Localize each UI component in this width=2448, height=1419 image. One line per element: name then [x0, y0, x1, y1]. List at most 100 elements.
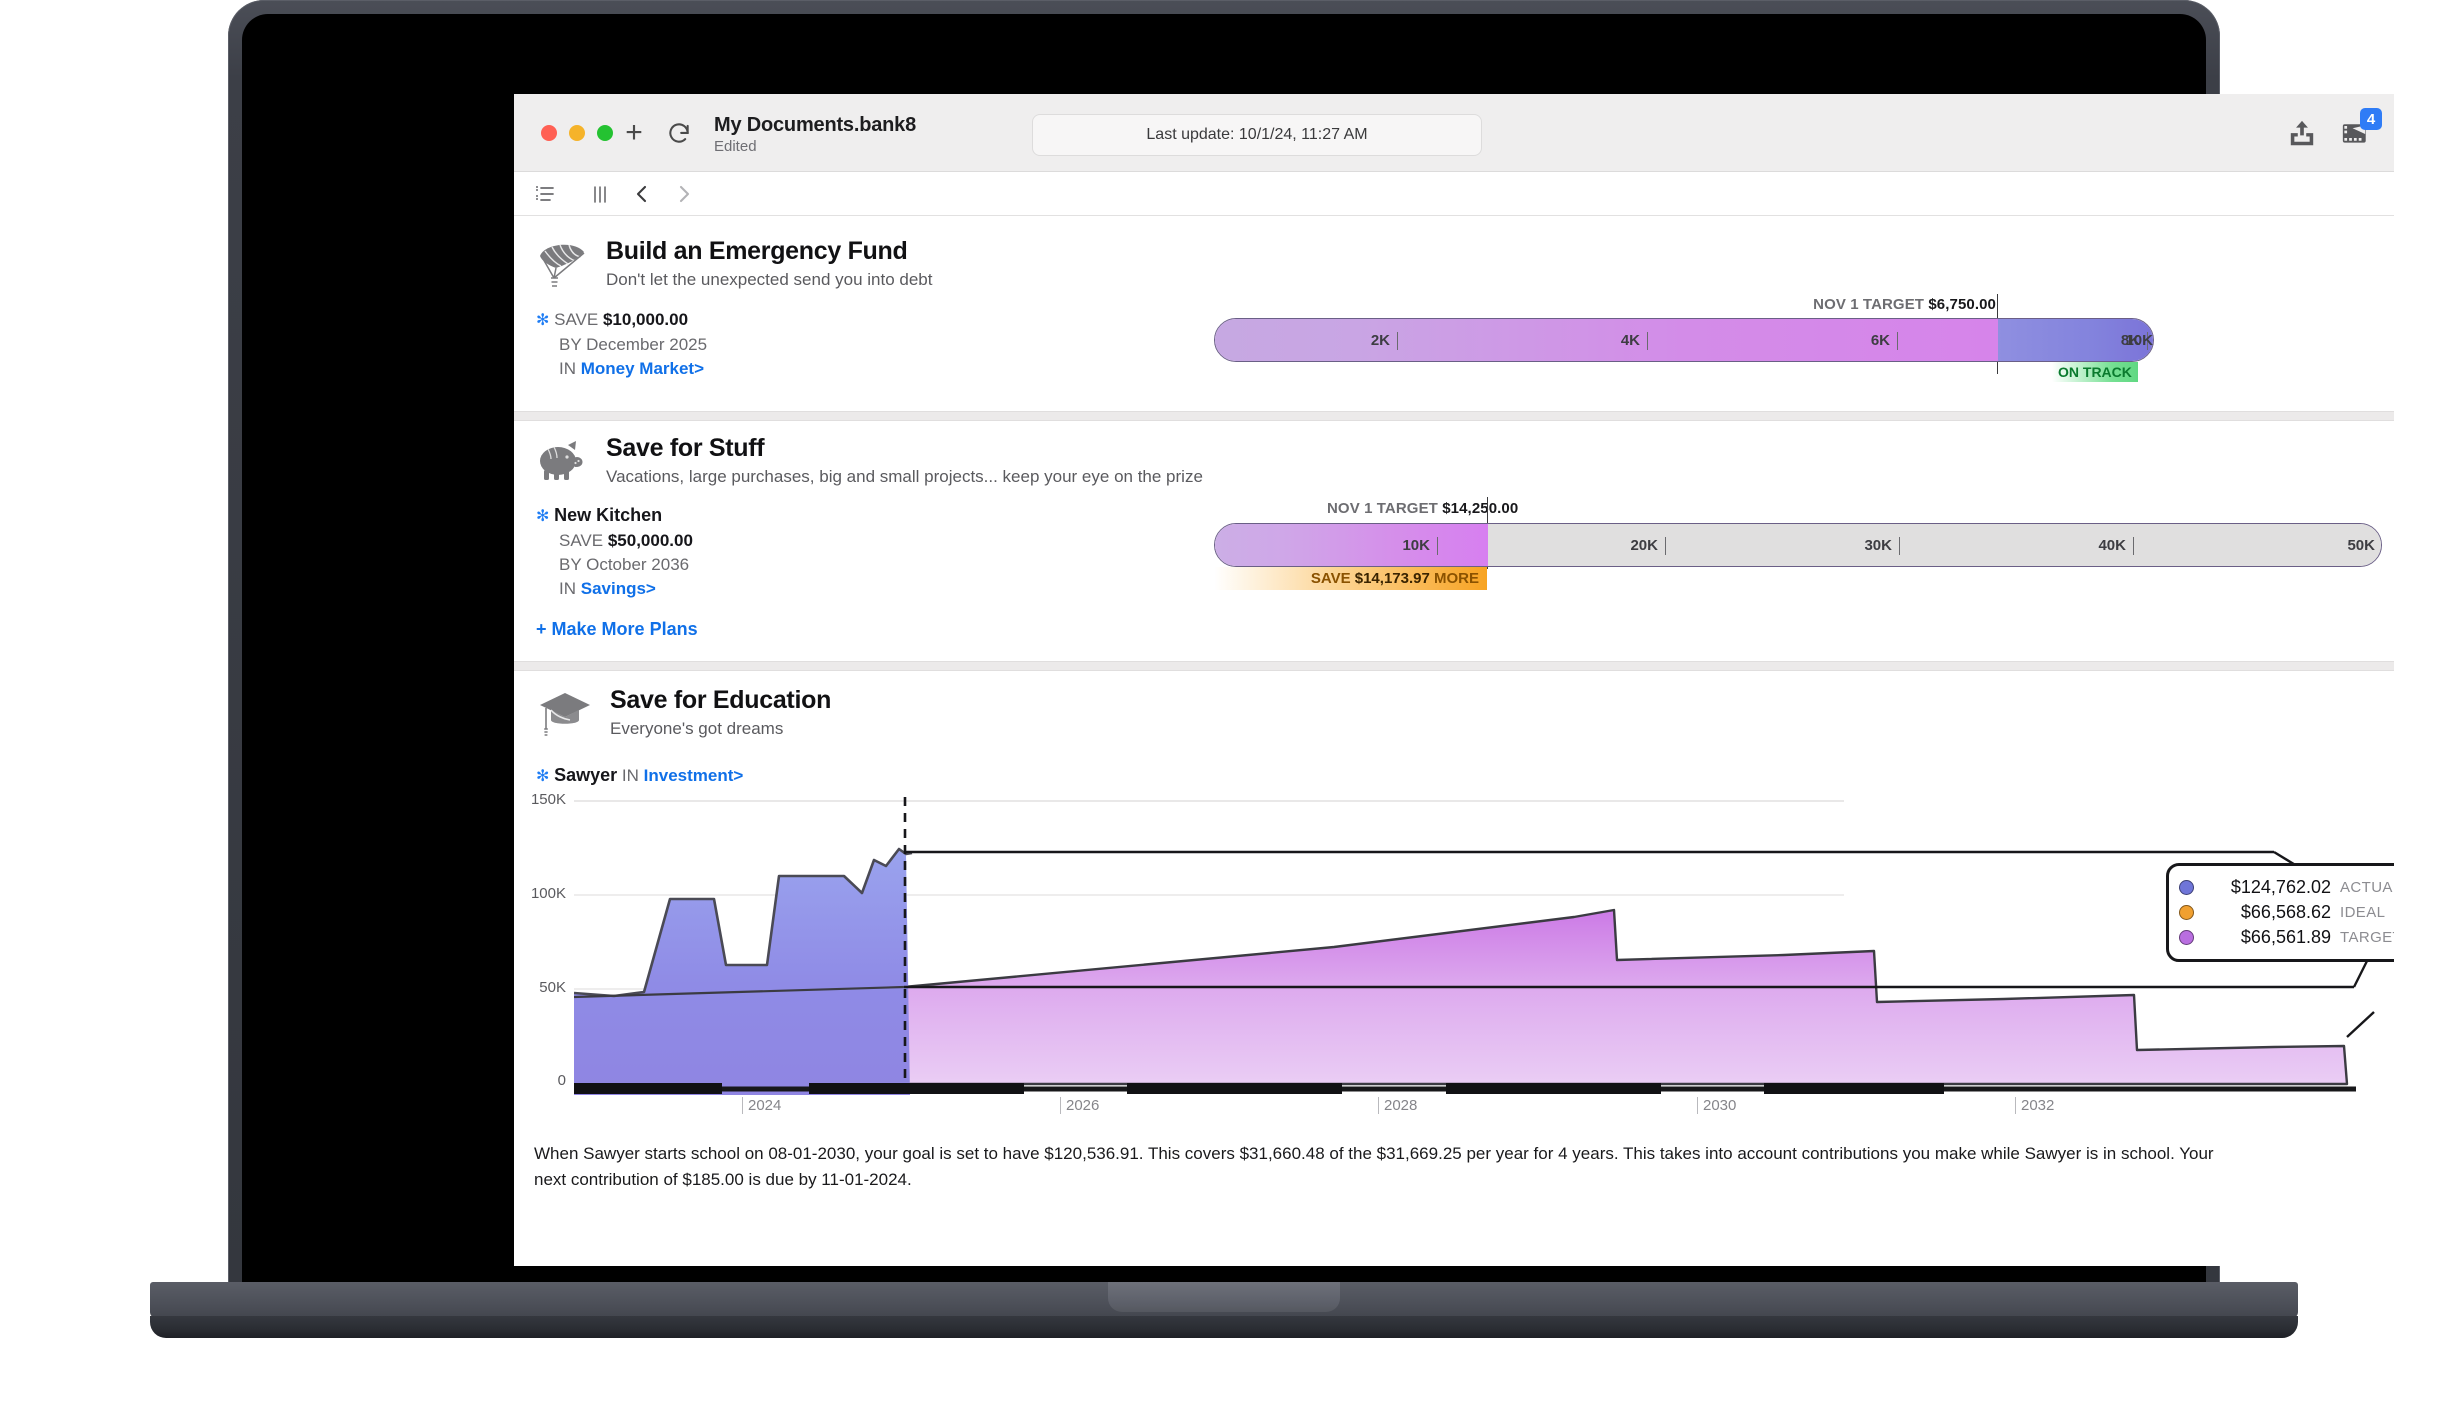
x-axis-ticks	[574, 1083, 2364, 1095]
y-axis-label: 150K	[530, 791, 566, 808]
goal-title: Build an Emergency Fund	[606, 237, 908, 265]
status-suffix: MORE	[1434, 570, 1479, 587]
progress-fill	[1215, 524, 1488, 566]
goal-header: Save for Stuff Vacations, large purchase…	[534, 434, 1203, 487]
goal-section-emergency-fund: Build an Emergency Fund Don't let the un…	[514, 216, 2394, 411]
in-label: IN	[559, 358, 576, 378]
graduation-cap-icon	[538, 687, 594, 739]
x-axis-label: 2024	[742, 1097, 781, 1114]
y-axis-label: 50K	[539, 979, 566, 996]
tick-mark	[1665, 537, 1666, 555]
secondary-toolbar	[514, 172, 2394, 216]
tick-mark	[1397, 332, 1398, 350]
legend-key: TARGET	[2340, 929, 2394, 946]
make-more-plans-label: Make More Plans	[551, 619, 698, 639]
goal-meta: ✻ Sawyer IN Investment>	[536, 763, 743, 789]
document-status: Edited	[714, 138, 757, 155]
legend-value: $66,568.62	[2240, 902, 2331, 922]
goal-section-save-for-stuff: Save for Stuff Vacations, large purchase…	[514, 421, 2394, 661]
account-link[interactable]: Money Market>	[581, 359, 704, 378]
save-label: SAVE	[554, 310, 599, 329]
in-label: IN	[621, 766, 639, 785]
chevron-left-icon[interactable]	[632, 183, 652, 205]
meta-in-row: IN Savings>	[536, 577, 693, 601]
target-label-text: NOV 1 TARGET	[1327, 500, 1438, 517]
target-label: NOV 1 TARGET $6,750.00	[1813, 296, 1996, 313]
save-amount: $50,000.00	[607, 530, 693, 550]
window-titlebar: + My Documents.bank8 Edited Last update:…	[514, 94, 2394, 172]
tick-mark	[2133, 537, 2134, 555]
goal-subtitle: Everyone's got dreams	[610, 718, 784, 738]
tick-label: 2K	[1370, 332, 1390, 349]
tick-label: 50K	[2347, 537, 2375, 554]
save-label: SAVE	[559, 530, 604, 550]
legend-dot-ideal	[2179, 905, 2194, 920]
piggy-bank-icon	[534, 435, 590, 487]
tick-mark	[1647, 332, 1648, 350]
meta-save-row: ✻ SAVE $10,000.00	[536, 308, 707, 333]
plan-name: Sawyer	[554, 765, 618, 785]
plus-icon[interactable]: +	[620, 118, 648, 148]
legend-value: $124,762.02	[2230, 877, 2331, 897]
chart-footnote: When Sawyer starts school on 08-01-2030,…	[534, 1144, 2214, 1189]
share-upload-icon[interactable]	[2286, 118, 2318, 150]
meta-plan-row: ✻ Sawyer IN Investment>	[536, 763, 743, 789]
chevron-right-icon[interactable]	[674, 183, 694, 205]
chart-plot	[574, 797, 2376, 1095]
goal-meta: ✻ SAVE $10,000.00 BY December 2025 IN Mo…	[536, 308, 707, 381]
tick-label: 30K	[1864, 537, 1892, 554]
zoom-button[interactable]	[597, 125, 613, 141]
status-badge: ON TRACK	[2052, 362, 2138, 382]
y-axis-label: 100K	[530, 885, 566, 902]
y-axis-label: 0	[557, 1072, 566, 1089]
laptop-notch	[1108, 1282, 1340, 1312]
meta-save-row: SAVE $50,000.00	[536, 529, 693, 553]
by-value: December 2025	[586, 334, 708, 354]
progress-bar[interactable]: 10K 20K 30K 40K 50K	[1214, 523, 2382, 567]
legend-item: $66,561.89 TARGET	[2179, 925, 2394, 950]
tick-label: 10K	[2125, 332, 2153, 349]
titlebar-actions: 4	[2286, 108, 2382, 150]
account-link[interactable]: Investment>	[644, 766, 744, 785]
minimize-button[interactable]	[569, 125, 585, 141]
parachute-icon	[534, 238, 590, 290]
gear-icon[interactable]: ✻	[536, 312, 549, 329]
target-amount: $14,250.00	[1442, 500, 1519, 517]
legend-item: $124,762.02 ACTUAL	[2179, 875, 2394, 900]
goal-title: Save for Stuff	[606, 434, 765, 462]
goal-header: Build an Emergency Fund Don't let the un…	[534, 237, 932, 290]
gear-icon[interactable]: ✻	[536, 768, 549, 785]
meta-in-row: IN Money Market>	[536, 357, 707, 381]
section-divider	[514, 661, 2394, 671]
progress-bar[interactable]: 2K 4K 6K 8K 10K	[1214, 318, 2154, 362]
columns-icon[interactable]	[590, 183, 610, 205]
status-amount: $14,173.97	[1354, 570, 1430, 587]
last-update-field[interactable]: Last update: 10/1/24, 11:27 AM	[1032, 114, 1482, 156]
legend-key: ACTUAL	[2340, 879, 2394, 896]
meta-plan-row: ✻ New Kitchen	[536, 503, 693, 529]
legend-item: $66,568.62 IDEAL	[2179, 900, 2394, 925]
legend-key: IDEAL	[2340, 904, 2386, 921]
legend-value: $66,561.89	[2240, 927, 2331, 947]
app-window: + My Documents.bank8 Edited Last update:…	[514, 94, 2394, 1266]
account-link[interactable]: Savings>	[581, 579, 656, 598]
gear-icon[interactable]: ✻	[536, 508, 549, 525]
in-label: IN	[559, 578, 576, 598]
tick-label: 40K	[2098, 537, 2126, 554]
close-button[interactable]	[541, 125, 557, 141]
plan-name: New Kitchen	[554, 505, 663, 525]
target-amount: $6,750.00	[1928, 296, 1996, 313]
goal-subtitle: Vacations, large purchases, big and smal…	[606, 466, 1203, 486]
target-label: NOV 1 TARGET $14,250.00	[1327, 500, 1518, 517]
meta-by-row: BY December 2025	[536, 333, 707, 357]
status-prefix: SAVE	[1310, 570, 1351, 587]
reload-icon[interactable]	[666, 121, 692, 147]
x-axis-label: 2032	[2015, 1097, 2054, 1114]
make-more-plans-button[interactable]: + Make More Plans	[536, 619, 698, 640]
goal-header: Save for Education Everyone's got dreams	[538, 686, 831, 739]
list-view-icon[interactable]	[534, 183, 556, 205]
media-icon[interactable]: 4	[2340, 108, 2382, 150]
media-badge: 4	[2360, 108, 2382, 130]
window-controls[interactable]	[541, 125, 613, 141]
by-label: BY	[559, 554, 582, 574]
